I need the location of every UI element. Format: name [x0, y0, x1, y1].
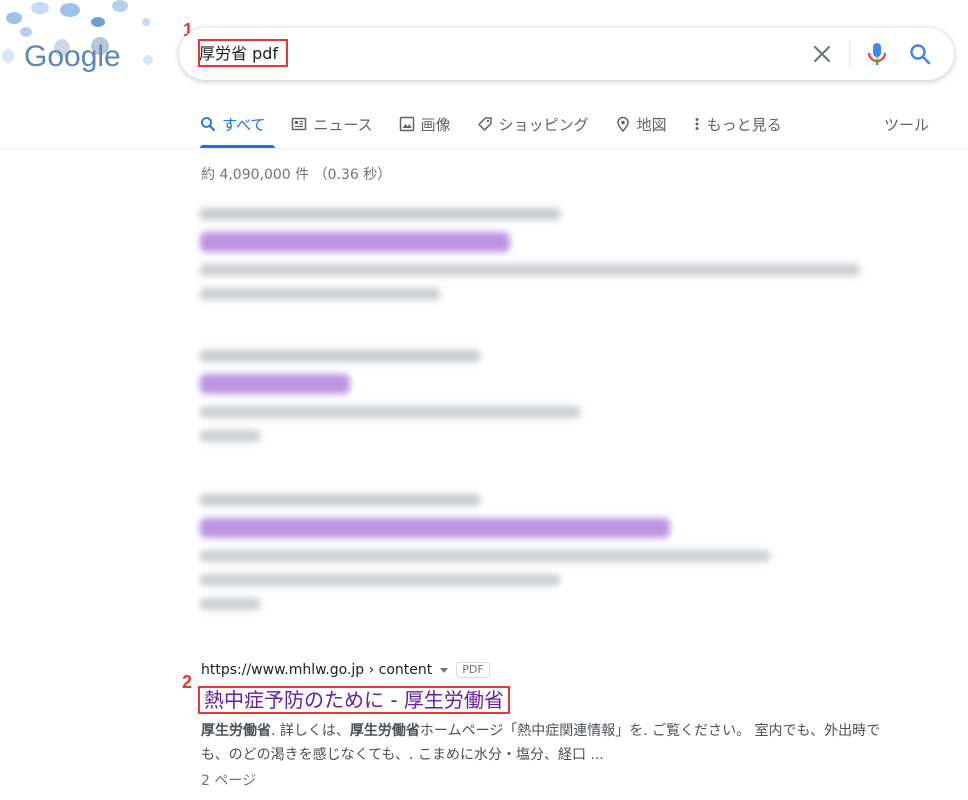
header-divider — [0, 148, 968, 149]
google-logo[interactable]: Google — [0, 0, 160, 90]
voice-search-button[interactable] — [865, 40, 889, 68]
tab-label: すべて — [222, 115, 266, 134]
search-separator — [849, 40, 850, 68]
tag-icon — [477, 117, 492, 131]
search-icon — [201, 117, 215, 131]
logo-text: Google — [24, 40, 121, 73]
blurred-result-3 — [200, 494, 880, 610]
result-title-link[interactable]: 熱中症予防のために - 厚生労働省 — [204, 688, 504, 712]
search-input[interactable]: 厚労省 pdf — [199, 40, 278, 64]
search-icon — [910, 44, 931, 65]
blurred-result-1 — [200, 208, 880, 300]
search-tabs: すべて ニュース 画像 ショッピング 地図 もっと見る — [200, 112, 808, 136]
tab-images[interactable]: 画像 — [399, 112, 451, 136]
search-box[interactable]: 厚労省 pdf — [179, 28, 954, 80]
blurred-result-2 — [200, 350, 880, 442]
tab-news[interactable]: ニュース — [291, 112, 373, 136]
tab-all[interactable]: すべて — [200, 112, 265, 136]
news-icon — [292, 117, 307, 131]
tab-label: もっと見る — [706, 115, 782, 134]
step-marker-2: 2 — [182, 672, 193, 692]
result-cite[interactable]: https://www.mhlw.go.jp › content PDF — [201, 660, 881, 680]
snippet-text: . 詳しくは、 — [271, 723, 350, 739]
result-snippet: 厚生労働省. 詳しくは、厚生労働省ホームページ「熱中症関連情報」を. ご覧くださ… — [201, 719, 881, 767]
result-url: https://www.mhlw.go.jp › content — [201, 662, 433, 678]
snippet-bold: 厚生労働省 — [201, 723, 271, 739]
result-page-count: 2 ページ — [201, 773, 257, 789]
tab-maps[interactable]: 地図 — [615, 112, 667, 136]
search-button[interactable] — [906, 40, 934, 68]
image-icon — [399, 116, 414, 132]
result-title-highlight: 熱中症予防のために - 厚生労働省 — [198, 686, 510, 714]
search-result: https://www.mhlw.go.jp › content PDF 熱中症… — [198, 660, 881, 789]
more-vert-icon — [695, 118, 699, 130]
tab-label: ニュース — [313, 115, 373, 134]
chevron-down-icon[interactable] — [440, 667, 449, 673]
close-icon — [813, 45, 831, 63]
snippet-bold: 厚生労働省 — [349, 723, 420, 739]
tools-button[interactable]: ツール — [884, 114, 929, 135]
tab-label: ショッピング — [498, 115, 589, 134]
tab-more[interactable]: もっと見る — [693, 112, 782, 136]
mic-icon — [867, 43, 887, 65]
result-stats: 約 4,090,000 件 （0.36 秒） — [201, 167, 392, 183]
clear-button[interactable] — [809, 41, 835, 67]
pdf-badge: PDF — [456, 662, 490, 678]
map-pin-icon — [616, 116, 629, 132]
tab-label: 画像 — [420, 115, 451, 134]
tab-shopping[interactable]: ショッピング — [477, 112, 589, 136]
doodle-icon: Google — [2, 0, 153, 73]
tab-label: 地図 — [636, 115, 667, 134]
